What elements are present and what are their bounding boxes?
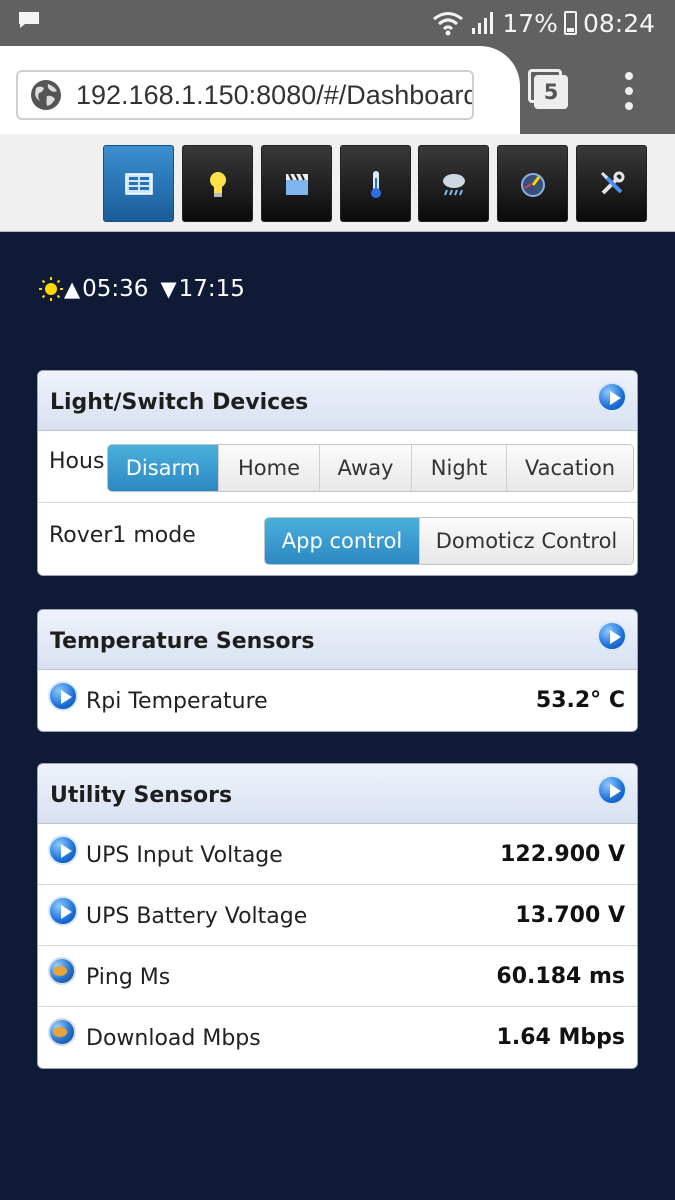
sunrise-time: 05:36: [82, 276, 149, 302]
nav-scenes[interactable]: [261, 145, 332, 222]
expand-play-icon[interactable]: [597, 382, 627, 412]
play-icon: [48, 835, 78, 865]
sensor-value: 13.700 V: [515, 903, 625, 928]
play-icon: [48, 681, 78, 711]
utility-gauge-icon: [520, 172, 545, 197]
temperature-panel: Temperature Sensors Rpi Temperature 53.2…: [37, 609, 638, 732]
sensor-value: 53.2° C: [535, 688, 625, 713]
globe-icon: [31, 80, 61, 110]
signal-icon: [472, 12, 494, 34]
setup-tools-icon: [600, 171, 624, 194]
sensor-name: Rpi Temperature: [86, 689, 268, 714]
sunset-arrow-icon: ▼: [160, 277, 177, 301]
rover-mode-selector: App control Domoticz Control: [264, 517, 634, 565]
wifi-icon: [433, 12, 464, 36]
option-home[interactable]: Home: [219, 445, 320, 491]
nav-setup[interactable]: [576, 145, 647, 222]
nav-temperature[interactable]: [340, 145, 411, 222]
option-night[interactable]: Night: [412, 445, 507, 491]
option-away[interactable]: Away: [320, 445, 412, 491]
globe-icon: [48, 1018, 76, 1046]
scenes-clapper-icon: [285, 173, 308, 195]
play-icon: [48, 896, 78, 926]
option-app-control[interactable]: App control: [265, 518, 420, 564]
house-mode-row: Hous Disarm Home Away Night Vacation: [38, 431, 637, 503]
status-bar: 17% 08:24: [0, 0, 675, 46]
option-vacation[interactable]: Vacation: [507, 445, 633, 491]
browser-menu-button[interactable]: [622, 72, 636, 110]
panel-header: Light/Switch Devices: [38, 371, 637, 431]
rover-mode-label: Rover1 mode: [49, 523, 196, 548]
dashboard-icon: [124, 172, 153, 195]
house-mode-label: Hous: [49, 449, 105, 474]
rover-mode-row: Rover1 mode App control Domoticz Control: [38, 503, 637, 575]
sensor-value: 60.184 ms: [496, 964, 625, 989]
status-bar-right: 17% 08:24: [432, 7, 655, 39]
expand-play-icon[interactable]: [597, 621, 627, 651]
url-text: 192.168.1.150:8080/#/Dashboard: [76, 79, 474, 110]
sensor-row[interactable]: Ping Ms 60.184 ms: [38, 946, 637, 1007]
option-disarm[interactable]: Disarm: [108, 445, 219, 491]
option-domoticz-control[interactable]: Domoticz Control: [420, 518, 633, 564]
sensor-name: UPS Battery Voltage: [86, 904, 308, 929]
sensor-name: Ping Ms: [86, 965, 171, 990]
sensor-row[interactable]: Download Mbps 1.64 Mbps: [38, 1007, 637, 1068]
panel-title: Light/Switch Devices: [50, 390, 309, 415]
nav-utility[interactable]: [497, 145, 568, 222]
sensor-row[interactable]: UPS Battery Voltage 13.700 V: [38, 885, 637, 946]
sensor-name: Download Mbps: [86, 1026, 261, 1051]
panel-header: Utility Sensors: [38, 764, 637, 824]
nav-lights[interactable]: [182, 145, 253, 222]
sensor-row[interactable]: UPS Input Voltage 122.900 V: [38, 824, 637, 885]
thermometer-icon: [370, 170, 381, 198]
url-tab: 192.168.1.150:8080/#/Dashboard: [0, 46, 520, 136]
sensor-value: 1.64 Mbps: [496, 1025, 625, 1050]
lightbulb-icon: [209, 171, 226, 197]
weather-icon: [442, 173, 465, 195]
panel-title: Temperature Sensors: [50, 629, 315, 654]
expand-play-icon[interactable]: [597, 775, 627, 805]
address-bar[interactable]: 192.168.1.150:8080/#/Dashboard: [16, 70, 474, 120]
browser-toolbar: 192.168.1.150:8080/#/Dashboard 5: [0, 46, 675, 136]
menu-dot-icon: [625, 102, 633, 110]
sunrise-arrow-icon: ▲: [64, 277, 81, 301]
utility-panel: Utility Sensors UPS Input Voltage 122.90…: [37, 763, 638, 1069]
tab-count: 5: [534, 75, 568, 109]
sunset-time: 17:15: [178, 276, 245, 302]
message-notification-icon: [19, 12, 39, 28]
sensor-name: UPS Input Voltage: [86, 843, 283, 868]
light-switch-panel: Light/Switch Devices Hous Disarm Home Aw…: [37, 370, 638, 576]
nav-weather[interactable]: [418, 145, 489, 222]
nav-dashboard[interactable]: [103, 145, 174, 222]
menu-dot-icon: [625, 72, 633, 80]
panel-title: Utility Sensors: [50, 783, 233, 808]
nav-strip: [0, 134, 675, 232]
house-mode-selector: Disarm Home Away Night Vacation: [107, 444, 634, 492]
sensor-value: 122.900 V: [500, 842, 625, 867]
battery-icon: [563, 11, 577, 35]
clock: 08:24: [582, 8, 655, 38]
sun-icon: [39, 277, 63, 301]
sensor-row[interactable]: Rpi Temperature 53.2° C: [38, 670, 637, 731]
globe-icon: [48, 957, 76, 985]
sunrise-sunset: ▲ 05:36 ▼ 17:15: [38, 276, 245, 302]
battery-percent: 17%: [502, 8, 558, 38]
tabs-button[interactable]: 5: [528, 69, 568, 109]
panel-header: Temperature Sensors: [38, 610, 637, 670]
menu-dot-icon: [625, 87, 633, 95]
